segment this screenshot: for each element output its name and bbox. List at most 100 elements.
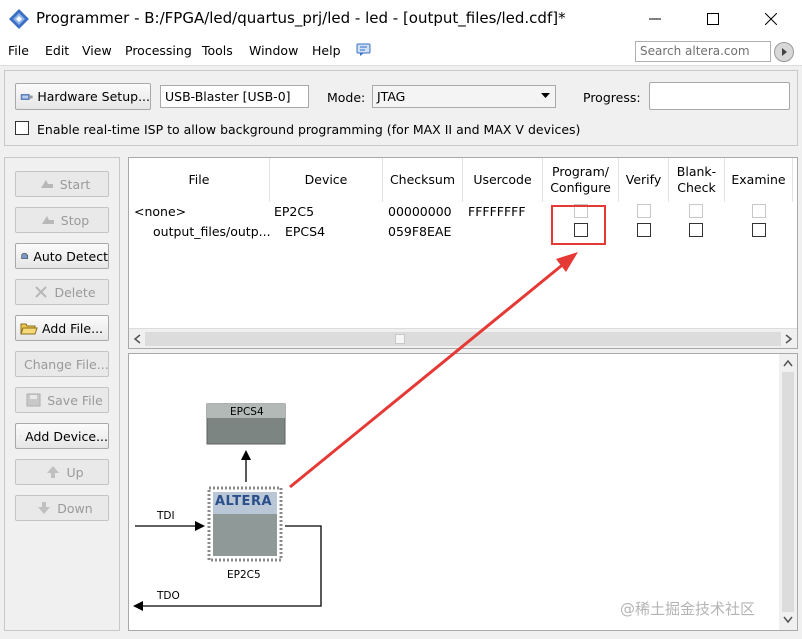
row1-verify-checkbox[interactable] — [637, 204, 651, 218]
menu-help[interactable]: Help — [312, 43, 341, 58]
col-verify-label: Verify — [625, 172, 662, 187]
auto-detect-icon — [21, 253, 29, 259]
side-button-panel: Start Stop Auto Detect Delete Add File..… — [4, 157, 120, 631]
stop-label: Stop — [60, 212, 90, 228]
highlight-box — [551, 205, 606, 245]
scroll-right-icon[interactable] — [785, 334, 793, 344]
up-button[interactable]: Up — [15, 459, 109, 485]
isp-checkbox[interactable] — [15, 121, 29, 135]
menu-tools[interactable]: Tools — [202, 43, 233, 58]
save-file-button[interactable]: Save File — [15, 387, 109, 413]
progress-bar — [649, 82, 790, 110]
epcs4-chip-label: EPCS4 — [230, 406, 264, 418]
arrow-up-icon — [47, 466, 60, 478]
minimize-button[interactable] — [632, 0, 678, 38]
menu-edit[interactable]: Edit — [45, 43, 69, 58]
col-usercode[interactable]: Usercode — [463, 158, 543, 202]
menu-view[interactable]: View — [82, 43, 112, 58]
col-blank-check[interactable]: Blank- Check — [669, 158, 725, 202]
mode-select[interactable]: JTAG — [372, 85, 556, 108]
col-blank-label-2: Check — [677, 180, 716, 195]
row1-device: EP2C5 — [274, 204, 315, 219]
add-file-label: Add File... — [42, 320, 104, 336]
folder-device-icon — [20, 435, 21, 437]
search-go-button[interactable] — [774, 42, 794, 62]
up-label: Up — [66, 464, 84, 480]
isp-label: Enable real-time ISP to allow background… — [37, 122, 581, 137]
row2-blank-check-checkbox[interactable] — [689, 223, 703, 237]
folder-open-icon — [20, 323, 38, 335]
down-button[interactable]: Down — [15, 495, 109, 521]
altera-logo: ALTERA — [215, 494, 273, 509]
horizontal-scroll-thumb[interactable] — [145, 332, 781, 346]
row1-examine-checkbox[interactable] — [752, 204, 766, 218]
scroll-up-icon[interactable] — [783, 359, 793, 367]
chevron-down-icon — [541, 93, 550, 98]
ep2c5-chip-label: EP2C5 — [227, 569, 261, 581]
scroll-left-icon[interactable] — [133, 334, 141, 344]
start-icon — [40, 180, 53, 188]
title-bar: Programmer - B:/FPGA/led/quartus_prj/led… — [0, 0, 802, 38]
add-file-button[interactable]: Add File... — [15, 315, 109, 341]
search-input[interactable]: Search altera.com — [635, 41, 771, 62]
save-icon — [26, 393, 41, 407]
col-verify[interactable]: Verify — [619, 158, 669, 202]
jtag-chain-graphic — [133, 403, 322, 611]
stop-icon — [41, 216, 54, 224]
col-blank-label-1: Blank- — [676, 164, 717, 179]
tdo-label: TDO — [157, 590, 180, 602]
col-file[interactable]: File — [129, 158, 270, 202]
col-program[interactable]: Program/ Configure — [543, 158, 619, 202]
mode-value: JTAG — [377, 89, 406, 104]
watermark: @稀土掘金技术社区 — [620, 600, 756, 618]
col-examine[interactable]: Examine — [725, 158, 793, 202]
horizontal-scrollbar[interactable] — [129, 328, 797, 348]
start-button[interactable]: Start — [15, 171, 109, 197]
vertical-scroll-thumb[interactable] — [782, 372, 794, 612]
col-checksum[interactable]: Checksum — [383, 158, 463, 202]
menu-file[interactable]: File — [8, 43, 29, 58]
delete-label: Delete — [54, 284, 96, 300]
minimize-icon — [649, 18, 661, 20]
auto-detect-button[interactable]: Auto Detect — [15, 243, 109, 269]
col-usercode-label: Usercode — [473, 172, 532, 187]
row2-checksum: 059F8EAE — [388, 224, 452, 239]
down-label: Down — [57, 500, 93, 516]
scroll-grip[interactable] — [395, 334, 405, 344]
col-device[interactable]: Device — [270, 158, 383, 202]
save-file-label: Save File — [47, 392, 103, 408]
programmer-app-icon — [9, 9, 29, 29]
menu-processing[interactable]: Processing — [125, 43, 192, 58]
delete-button[interactable]: Delete — [15, 279, 109, 305]
hardware-setup-button[interactable]: Hardware Setup... — [15, 83, 151, 110]
vertical-scrollbar[interactable] — [779, 354, 797, 630]
help-chat-icon[interactable] — [356, 43, 372, 57]
col-program-label-2: Configure — [550, 180, 611, 195]
delete-icon — [35, 286, 48, 298]
start-label: Start — [59, 176, 91, 192]
window-title: Programmer - B:/FPGA/led/quartus_prj/led… — [36, 9, 566, 27]
progress-label: Progress: — [583, 90, 641, 105]
row2-examine-checkbox[interactable] — [752, 223, 766, 237]
maximize-button[interactable] — [690, 0, 736, 38]
stop-button[interactable]: Stop — [15, 207, 109, 233]
row1-usercode: FFFFFFFF — [468, 204, 526, 219]
arrow-right-icon — [782, 48, 787, 56]
change-file-button[interactable]: Change File... — [15, 351, 109, 377]
col-checksum-label: Checksum — [389, 172, 456, 187]
row2-verify-checkbox[interactable] — [637, 223, 651, 237]
add-device-button[interactable]: Add Device... — [15, 423, 109, 449]
scroll-down-icon[interactable] — [783, 616, 793, 624]
row1-blank-check-checkbox[interactable] — [689, 204, 703, 218]
close-button[interactable] — [748, 0, 794, 38]
row2-file: output_files/outp... — [153, 224, 271, 239]
add-device-label: Add Device... — [25, 428, 108, 444]
hardware-setup-label: Hardware Setup... — [37, 89, 150, 104]
device-table: File Device Checksum Usercode Program/ C… — [128, 157, 798, 349]
col-program-label-1: Program/ — [552, 164, 609, 179]
row1-file: <none> — [134, 204, 187, 219]
close-icon — [765, 13, 777, 25]
hardware-panel: Hardware Setup... USB-Blaster [USB-0] Mo… — [4, 70, 798, 146]
maximize-icon — [707, 13, 719, 25]
menu-window[interactable]: Window — [249, 43, 298, 58]
